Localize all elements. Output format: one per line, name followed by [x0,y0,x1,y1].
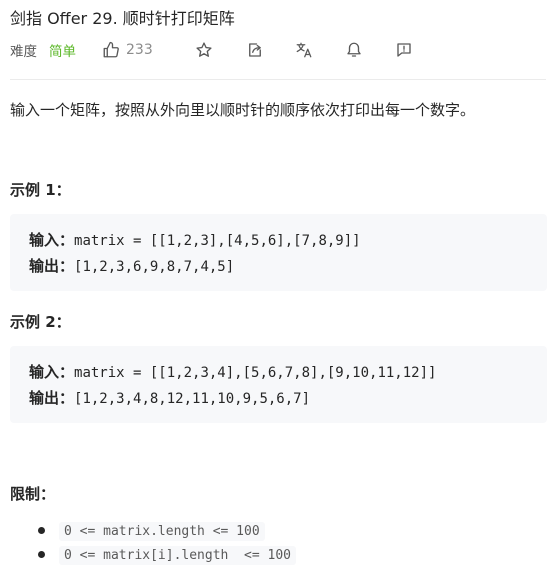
problem-description: 输入一个矩阵，按照从外向里以顺时针的顺序依次打印出每一个数字。 [10,101,476,119]
bell-icon[interactable] [345,41,363,59]
bullet-icon [38,551,45,558]
constraints-heading: 限制： [10,485,56,503]
example-1-output-line: 输出： [1,2,3,6,9,8,7,4,5] [29,255,234,276]
output-label: 输出： [29,389,75,407]
thumb-up-icon[interactable] [102,41,120,59]
example-output: [1,2,3,6,9,8,7,4,5] [74,259,235,275]
example-2-output-line: 输出： [1,2,3,4,8,12,11,10,9,5,6,7] [29,387,310,408]
share-icon[interactable] [246,41,264,59]
example-2-block: 输入： matrix = [[1,2,3,4],[5,6,7,8],[9,10,… [10,346,547,423]
list-item: 0 <= matrix[i].length <= 100 [36,544,296,566]
bullet-icon [38,527,45,534]
problem-meta: 难度 简单 233 [10,38,153,62]
input-label: 输入： [29,363,75,381]
constraint-code: 0 <= matrix.length <= 100 [59,521,265,541]
example-output: [1,2,3,4,8,12,11,10,9,5,6,7] [74,391,311,407]
feedback-icon[interactable] [395,41,413,59]
header-divider [10,79,546,80]
example-1-block: 输入： matrix = [[1,2,3],[4,5,6],[7,8,9]] 输… [10,214,547,291]
like-count: 233 [126,42,153,58]
difficulty-badge: 简单 [49,44,76,60]
star-icon[interactable] [195,41,213,59]
example-2-input-line: 输入： matrix = [[1,2,3,4],[5,6,7,8],[9,10,… [29,361,436,382]
list-item: 0 <= matrix.length <= 100 [36,520,265,542]
translate-icon[interactable] [295,41,313,59]
example-input: matrix = [[1,2,3],[4,5,6],[7,8,9]] [74,233,361,249]
output-label: 输出： [29,257,75,275]
example-input: matrix = [[1,2,3,4],[5,6,7,8],[9,10,11,1… [74,365,437,381]
example-1-heading: 示例 1： [10,181,71,199]
problem-title: 剑指 Offer 29. 顺时针打印矩阵 [10,9,235,28]
example-1-input-line: 输入： matrix = [[1,2,3],[4,5,6],[7,8,9]] [29,229,361,250]
like-button[interactable]: 233 [102,41,153,59]
example-2-heading: 示例 2： [10,313,71,331]
constraint-code: 0 <= matrix[i].length <= 100 [59,545,296,565]
input-label: 输入： [29,231,75,249]
difficulty-label: 难度 [10,44,37,60]
